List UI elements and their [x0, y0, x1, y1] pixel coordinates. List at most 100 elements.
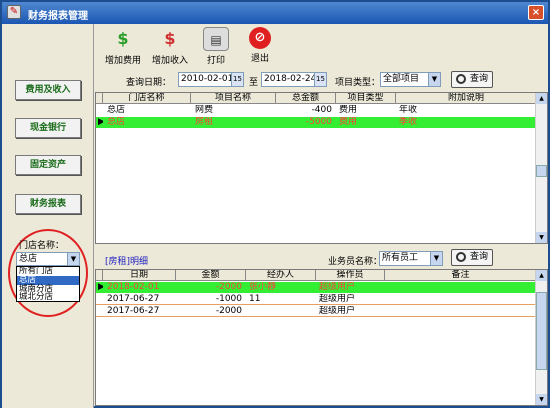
cell-amount: -2000 — [215, 282, 242, 292]
query-bar: 查询日期： 2010-02-01 15 至 2018-02-24 15 项目类型… — [95, 69, 548, 91]
calendar-icon[interactable]: 15 — [314, 73, 326, 86]
search-icon — [456, 252, 466, 262]
cell-store: 总店 — [107, 117, 126, 127]
cell-type: 费用 — [339, 117, 358, 127]
cell-operator: 超级用户 — [319, 282, 356, 292]
column-header[interactable]: 金额 — [176, 270, 246, 281]
title-bar: ✎ 财务报表管理 × — [2, 2, 548, 24]
type-select[interactable]: 全部项目 ▼ — [380, 72, 441, 87]
cell-type: 费用 — [339, 105, 358, 115]
stop-icon: ⊘ — [249, 27, 271, 49]
exit-label: 退出 — [250, 54, 269, 64]
store-dropdown-list: 所有门店 总店 城南分店 城北分店 — [16, 266, 80, 302]
search-icon — [456, 74, 466, 84]
app-icon: ✎ — [7, 5, 21, 19]
cell-amount: -2000 — [215, 306, 242, 316]
staff-select[interactable]: 所有员工 ▼ — [379, 251, 443, 266]
table-header: 门店名称 项目名称 总金额 项目类型 附加说明 — [96, 93, 537, 104]
nav-financial-report-button[interactable]: 财务报表 — [15, 194, 81, 214]
add-income-button[interactable]: $ 增加收入 — [150, 27, 190, 67]
date-from-value: 2010-02-01 — [181, 74, 234, 84]
table-row[interactable]: 2017-06-27 -1000 11 超级用户 — [96, 294, 537, 305]
cell-remark — [386, 294, 537, 305]
table-row[interactable]: 总店 网费 -400 费用 年收 — [96, 105, 537, 116]
nav-cash-bank-button[interactable]: 现金银行 — [15, 118, 81, 138]
vertical-scrollbar[interactable]: ▲ ▼ — [535, 93, 547, 243]
nav-fixed-assets-button[interactable]: 固定资产 — [15, 155, 81, 175]
cell-amount: -1000 — [215, 294, 242, 304]
cell-operator: 超级用户 — [319, 306, 356, 316]
row-indicator-header — [96, 93, 103, 104]
column-header[interactable]: 总金额 — [276, 93, 336, 104]
store-selected-value: 总店 — [19, 254, 38, 264]
column-header[interactable]: 项目类型 — [336, 93, 396, 104]
main-window: ✎ 财务报表管理 × 费用及收入 现金银行 固定资产 财务报表 门店名称： 总店… — [0, 0, 550, 408]
chevron-down-icon[interactable]: ▼ — [428, 73, 440, 86]
column-header[interactable]: 项目名称 — [191, 93, 276, 104]
money-income-icon: $ — [164, 29, 176, 48]
column-header[interactable]: 操作员 — [316, 270, 385, 281]
row-pointer-icon: ▶ — [96, 282, 103, 293]
column-header[interactable]: 门店名称 — [103, 93, 191, 104]
staff-label: 业务员名称： — [328, 257, 383, 267]
cell-handler — [247, 306, 316, 317]
exit-button[interactable]: ⊘ 退出 — [240, 27, 280, 67]
table-row[interactable]: 2017-06-27 -2000 超级用户 — [96, 306, 537, 317]
detail-query-button[interactable]: 查询 — [451, 249, 493, 266]
row-indicator-header — [96, 270, 103, 281]
scroll-up-icon[interactable]: ▲ — [536, 270, 547, 281]
cell-note: 年收 — [399, 105, 418, 115]
column-header[interactable]: 经办人 — [246, 270, 316, 281]
scroll-down-icon[interactable]: ▼ — [536, 394, 547, 405]
cell-note: 季收 — [399, 117, 418, 127]
add-income-label: 增加收入 — [151, 56, 188, 66]
vertical-scrollbar[interactable]: ▲ ▼ — [535, 270, 547, 405]
cell-handler: 张小静 — [249, 282, 277, 292]
scroll-thumb[interactable] — [536, 165, 547, 177]
cell-date: 2017-06-27 — [107, 306, 160, 316]
cell-amount: -5000 — [305, 117, 332, 127]
scroll-up-icon[interactable]: ▲ — [536, 93, 547, 104]
money-add-icon: $ — [117, 29, 129, 48]
store-select[interactable]: 总店 ▼ — [16, 252, 80, 266]
calendar-icon[interactable]: 15 — [231, 73, 243, 86]
chevron-down-icon[interactable]: ▼ — [430, 252, 442, 265]
window-title: 财务报表管理 — [28, 11, 88, 22]
cell-operator: 超级用户 — [319, 294, 356, 304]
store-option-north[interactable]: 城北分店 — [17, 293, 79, 302]
add-expense-button[interactable]: $ 增加费用 — [103, 27, 143, 67]
query-button-label: 查询 — [470, 74, 489, 84]
cell-date: 2017-06-27 — [107, 294, 160, 304]
cell-item: 房租 — [195, 117, 214, 127]
chevron-down-icon[interactable]: ▼ — [67, 253, 79, 265]
detail-bar: [房租]明细 业务员名称： 所有员工 ▼ 查询 — [95, 248, 548, 268]
staff-value: 所有员工 — [382, 253, 419, 263]
toolbar: $ 增加费用 $ 增加收入 ▤ 打印 ⊘ 退出 — [95, 24, 548, 68]
table-row-selected[interactable]: ▶ 2018-02-01 -2000 张小静 超级用户 — [96, 282, 537, 293]
cell-date: 2018-02-01 — [107, 282, 160, 292]
column-header[interactable]: 附加说明 — [396, 93, 537, 104]
column-header[interactable]: 日期 — [103, 270, 176, 281]
date-from-input[interactable]: 2010-02-01 15 — [178, 72, 244, 87]
cell-store: 总店 — [107, 105, 126, 115]
column-header[interactable]: 备注 — [385, 270, 537, 281]
detail-title: [房租]明细 — [105, 257, 149, 267]
summary-table: 门店名称 项目名称 总金额 项目类型 附加说明 总店 网费 -400 费用 年收… — [95, 92, 548, 244]
print-button[interactable]: ▤ 打印 — [196, 27, 236, 67]
cell-remark — [386, 282, 537, 293]
date-to-value: 2018-02-24 — [264, 74, 317, 84]
nav-expense-income-button[interactable]: 费用及收入 — [15, 80, 81, 100]
add-expense-label: 增加费用 — [104, 56, 141, 66]
scroll-down-icon[interactable]: ▼ — [536, 232, 547, 243]
scroll-thumb[interactable] — [536, 292, 547, 370]
table-row-selected[interactable]: ▶ 总店 房租 -5000 费用 季收 — [96, 117, 537, 128]
row-pointer-icon: ▶ — [96, 117, 103, 128]
date-to-input[interactable]: 2018-02-24 15 — [261, 72, 327, 87]
close-button[interactable]: × — [528, 5, 544, 20]
query-button[interactable]: 查询 — [451, 71, 493, 88]
detail-table: 日期 金额 经办人 操作员 备注 ▶ 2018-02-01 -2000 张小静 … — [95, 269, 548, 406]
type-label: 项目类型： — [335, 78, 381, 88]
type-value: 全部项目 — [383, 74, 420, 84]
print-label: 打印 — [206, 56, 225, 66]
cell-amount: -400 — [311, 105, 332, 115]
